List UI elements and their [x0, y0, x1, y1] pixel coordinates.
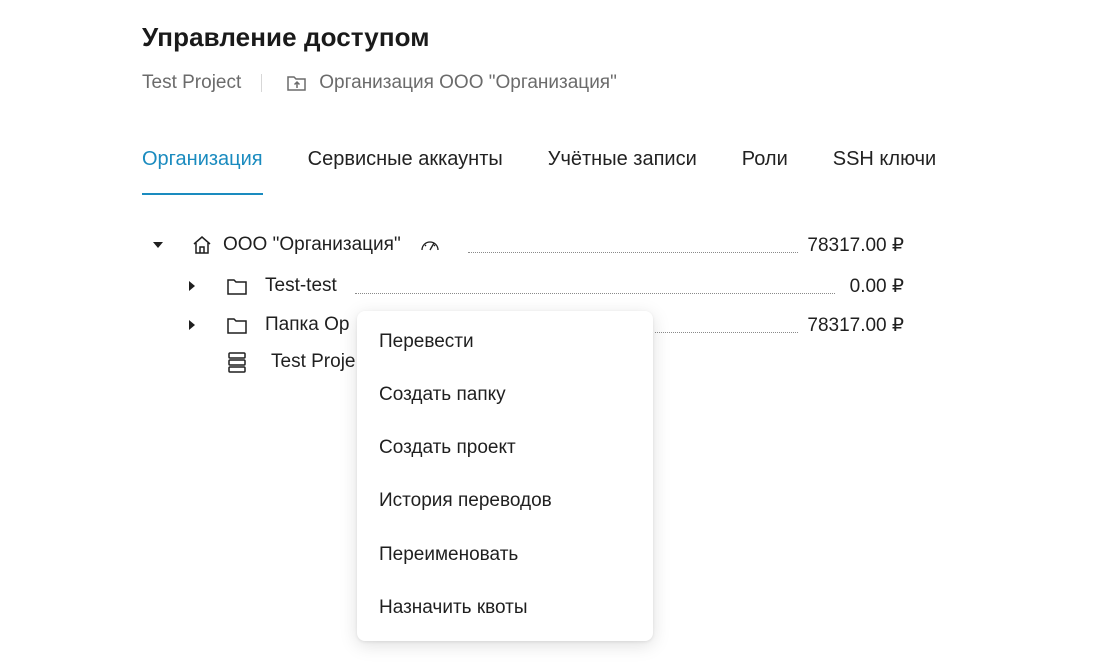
- menu-item-rename[interactable]: Переименовать: [379, 544, 518, 566]
- breadcrumb-organization-label: Организация ООО "Организация": [319, 72, 617, 93]
- caret-down-icon[interactable]: [151, 238, 165, 252]
- menu-item-assign-quotas[interactable]: Назначить квоты: [379, 597, 528, 619]
- breadcrumb-separator: [261, 74, 263, 92]
- tree-leader-folder: [655, 332, 798, 333]
- tree-row-folder[interactable]: Test-test: [185, 275, 337, 297]
- tab-organization[interactable]: Организация: [142, 148, 263, 195]
- breadcrumb-organization[interactable]: Организация ООО "Организация": [286, 72, 617, 94]
- speedometer-icon[interactable]: [419, 237, 441, 253]
- tree-row-root[interactable]: ООО "Организация": [151, 234, 441, 256]
- breadcrumb: Test Project Организация ООО "Организаци…: [142, 72, 617, 94]
- folder-icon: [227, 278, 247, 295]
- tab-service-accounts[interactable]: Сервисные аккаунты: [308, 148, 503, 183]
- tree-row-folder[interactable]: Папка Ор: [185, 314, 349, 336]
- tree-row-project[interactable]: Test Proje: [227, 351, 355, 373]
- tab-roles[interactable]: Роли: [742, 148, 788, 183]
- menu-item-create-project[interactable]: Создать проект: [379, 437, 516, 459]
- tree-project-name: Test Proje: [271, 351, 356, 372]
- server-stack-icon: [228, 352, 246, 373]
- page-title: Управление доступом: [142, 22, 430, 52]
- caret-right-icon[interactable]: [185, 279, 199, 293]
- breadcrumb-project[interactable]: Test Project: [142, 72, 241, 94]
- access-management-page: Управление доступом Test Project Организ…: [0, 0, 1114, 665]
- tree-folder-name: Test-test: [265, 275, 337, 296]
- tree-folder-amount: 0.00 ₽: [849, 276, 904, 297]
- tree-root-amount: 78317.00 ₽: [807, 235, 904, 256]
- tree-folder-amount: 78317.00 ₽: [807, 315, 904, 336]
- tree-leader-folder: [355, 293, 835, 294]
- tree-root-name: ООО "Организация": [223, 234, 401, 255]
- menu-item-transfer-history[interactable]: История переводов: [379, 490, 552, 512]
- context-menu: Перевести Создать папку Создать проект И…: [357, 311, 653, 641]
- tab-accounts[interactable]: Учётные записи: [548, 148, 697, 183]
- menu-item-transfer[interactable]: Перевести: [379, 331, 474, 353]
- tree-leader-root: [468, 252, 798, 253]
- folder-icon: [227, 317, 247, 334]
- tabs-bar: Организация Сервисные аккаунты Учётные з…: [142, 148, 981, 195]
- home-icon: [193, 236, 211, 254]
- menu-item-create-folder[interactable]: Создать папку: [379, 384, 506, 406]
- folder-up-icon: [287, 76, 307, 91]
- caret-right-icon[interactable]: [185, 318, 199, 332]
- tree-folder-name: Папка Ор: [265, 314, 350, 335]
- tab-ssh-keys[interactable]: SSH ключи: [833, 148, 936, 183]
